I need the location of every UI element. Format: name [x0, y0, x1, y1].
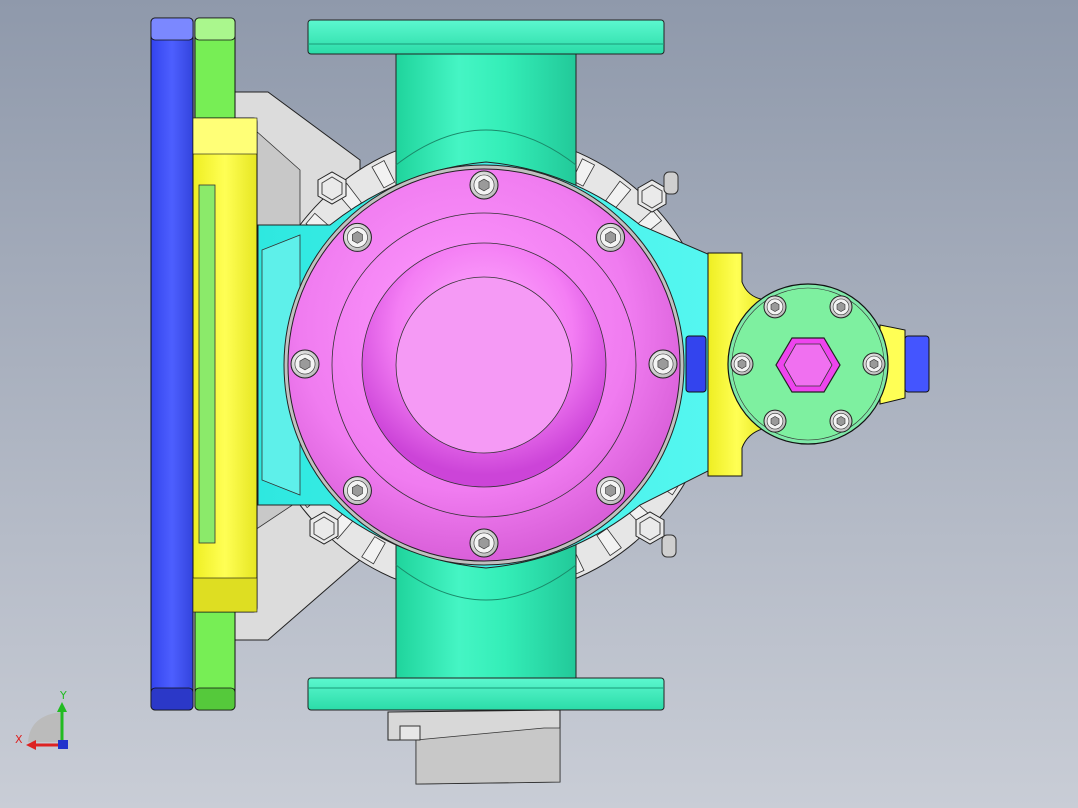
socket-head-bolt-icon	[469, 528, 499, 558]
socket-head-bolt-icon	[829, 295, 853, 319]
socket-head-bolt-icon	[730, 352, 754, 376]
z-axis-arrow	[58, 740, 68, 749]
pump-cover[interactable]	[283, 164, 685, 566]
bottom-flange[interactable]	[307, 677, 665, 711]
top-flange[interactable]	[307, 19, 665, 55]
coupling-plate-yellow[interactable]	[192, 117, 258, 613]
pump-assembly-model[interactable]: Y X	[0, 0, 1078, 808]
socket-head-bolt-icon	[648, 349, 678, 379]
socket-head-bolt-icon	[290, 349, 320, 379]
y-axis-label: Y	[59, 689, 67, 702]
cad-viewport[interactable]: Y X	[0, 0, 1078, 808]
socket-head-bolt-icon	[862, 352, 886, 376]
x-axis-label: X	[15, 733, 23, 746]
socket-head-bolt-icon	[596, 222, 626, 252]
socket-head-bolt-icon	[763, 409, 787, 433]
socket-head-bolt-icon	[342, 476, 372, 506]
socket-head-bolt-icon	[596, 476, 626, 506]
socket-head-bolt-icon	[763, 295, 787, 319]
socket-head-bolt-icon	[829, 409, 853, 433]
socket-head-bolt-icon	[469, 170, 499, 200]
socket-head-bolt-icon	[342, 222, 372, 252]
motor-plate-blue[interactable]	[150, 17, 194, 711]
